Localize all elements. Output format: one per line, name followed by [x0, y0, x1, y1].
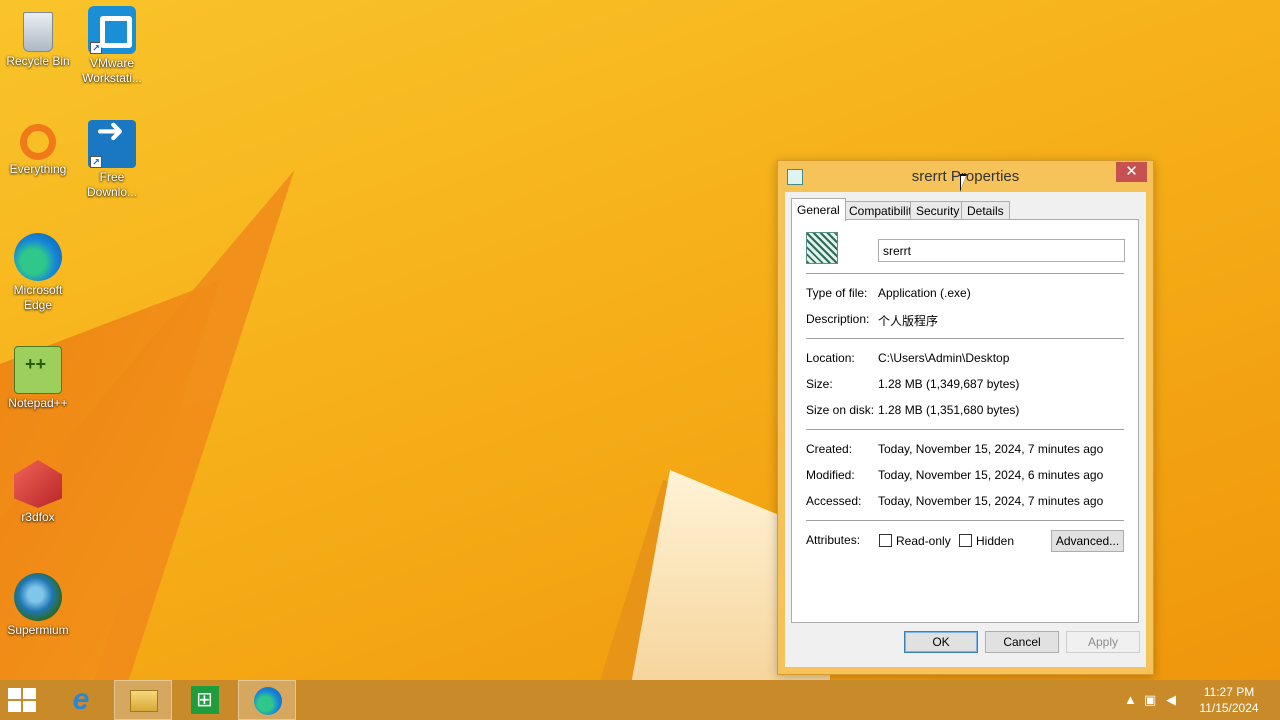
created-label: Created: [806, 442, 853, 456]
attributes-label: Attributes: [806, 533, 861, 547]
clock-time: 11:27 PM [1203, 685, 1255, 699]
desktop-icon-vmware[interactable]: ↗ VMware Workstati... [74, 6, 150, 86]
clock[interactable]: 11:27 PM 11/15/2024 [1194, 684, 1264, 716]
readonly-label[interactable]: Read-only [896, 534, 951, 548]
modified-label: Modified: [806, 468, 855, 482]
everything-icon [20, 124, 56, 160]
internet-explorer-icon: e [72, 683, 90, 716]
tab-security[interactable]: Security [910, 201, 966, 220]
mouse-cursor-icon [960, 174, 967, 192]
taskbar-item-internet-explorer[interactable]: e [52, 680, 110, 720]
file-name-input[interactable] [878, 239, 1125, 262]
separator [806, 273, 1124, 274]
file-explorer-icon [130, 690, 158, 712]
desktop-icon-r3dfox[interactable]: r3dfox [0, 460, 76, 525]
desktop-icon-notepad-plus-plus[interactable]: Notepad++ [0, 346, 76, 411]
desktop-icon-supermium[interactable]: Supermium [0, 573, 76, 638]
taskbar-item-edge[interactable] [238, 680, 296, 720]
general-panel: Type of file: Application (.exe) Descrip… [791, 219, 1139, 623]
cancel-button[interactable]: Cancel [985, 631, 1059, 653]
modified-value: Today, November 15, 2024, 6 minutes ago [878, 468, 1104, 482]
desktop-icon-label: VMware Workstati... [82, 56, 142, 85]
taskbar-item-file-explorer[interactable] [114, 680, 172, 720]
start-icon [8, 701, 21, 712]
description-label: Description: [806, 312, 870, 326]
readonly-checkbox[interactable] [879, 534, 892, 547]
hidden-label[interactable]: Hidden [976, 534, 1014, 548]
desktop-icon-label: r3dfox [21, 510, 55, 524]
start-icon [23, 688, 36, 699]
desktop-icon-everything[interactable]: Everything [0, 120, 76, 177]
network-icon[interactable]: ▣ [1144, 692, 1156, 708]
taskbar-item-store[interactable] [176, 680, 234, 720]
dialog-client: General Compatibility Security Details T… [785, 192, 1146, 667]
clock-date: 11/15/2024 [1199, 701, 1259, 715]
edge-icon [254, 687, 282, 715]
tab-general[interactable]: General [791, 198, 846, 221]
desktop-icon-label: Microsoft Edge [13, 283, 63, 312]
description-value: 个人版程序 [878, 314, 939, 328]
separator [806, 338, 1124, 339]
desktop-icon-label: Everything [9, 162, 67, 176]
desktop-icon-label: Free Downlo... [86, 170, 138, 199]
edge-icon [14, 233, 62, 281]
file-icon [806, 232, 838, 264]
r3dfox-icon [14, 460, 62, 508]
size-value: 1.28 MB (1,349,687 bytes) [878, 377, 1020, 391]
show-hidden-icons-icon[interactable]: ▲ [1124, 692, 1137, 707]
hidden-checkbox[interactable] [959, 534, 972, 547]
apply-button[interactable]: Apply [1066, 631, 1140, 653]
location-label: Location: [806, 351, 855, 365]
start-icon [8, 688, 21, 699]
size-on-disk-value: 1.28 MB (1,351,680 bytes) [878, 403, 1020, 417]
accessed-value: Today, November 15, 2024, 7 minutes ago [878, 494, 1104, 508]
type-label: Type of file: [806, 286, 868, 300]
created-value: Today, November 15, 2024, 7 minutes ago [878, 442, 1104, 456]
volume-muted-icon[interactable]: ◀ [1166, 692, 1176, 708]
advanced-button[interactable]: Advanced... [1051, 530, 1124, 552]
type-value: Application (.exe) [878, 286, 971, 300]
start-icon [23, 701, 36, 712]
close-button[interactable]: ✕ [1116, 162, 1147, 182]
properties-dialog: srerrt Properties ✕ General Compatibilit… [777, 160, 1154, 675]
desktop-icon-label: Supermium [7, 623, 69, 637]
size-on-disk-label: Size on disk: [806, 403, 875, 417]
vmware-icon: ↗ [88, 6, 136, 54]
notepad-plus-plus-icon [14, 346, 62, 394]
taskbar: e ▲ ▣ ◀ 11:27 PM 11/15/2024 [0, 680, 1280, 720]
recycle-bin-icon [23, 12, 53, 52]
desktop-icon-edge[interactable]: Microsoft Edge [0, 233, 76, 313]
desktop-icon-label: Recycle Bin [6, 54, 70, 68]
separator [806, 520, 1124, 521]
free-download-manager-icon: ↗ [88, 120, 136, 168]
store-icon [191, 686, 219, 714]
desktop-icon-label: Notepad++ [8, 396, 68, 410]
separator [806, 429, 1124, 430]
desktop-icon-recycle-bin[interactable]: Recycle Bin [0, 6, 76, 69]
system-tray: ▲ ▣ ◀ 11:27 PM 11/15/2024 [1120, 680, 1280, 720]
supermium-icon [14, 573, 62, 621]
start-button[interactable] [8, 688, 36, 712]
location-value: C:\Users\Admin\Desktop [878, 351, 1010, 365]
desktop-icon-free-download-manager[interactable]: ↗ Free Downlo... [74, 120, 150, 200]
size-label: Size: [806, 377, 833, 391]
tab-details[interactable]: Details [961, 201, 1010, 220]
accessed-label: Accessed: [806, 494, 862, 508]
shortcut-arrow-icon: ↗ [90, 42, 102, 54]
shortcut-arrow-icon: ↗ [90, 156, 102, 168]
ok-button[interactable]: OK [904, 631, 978, 653]
